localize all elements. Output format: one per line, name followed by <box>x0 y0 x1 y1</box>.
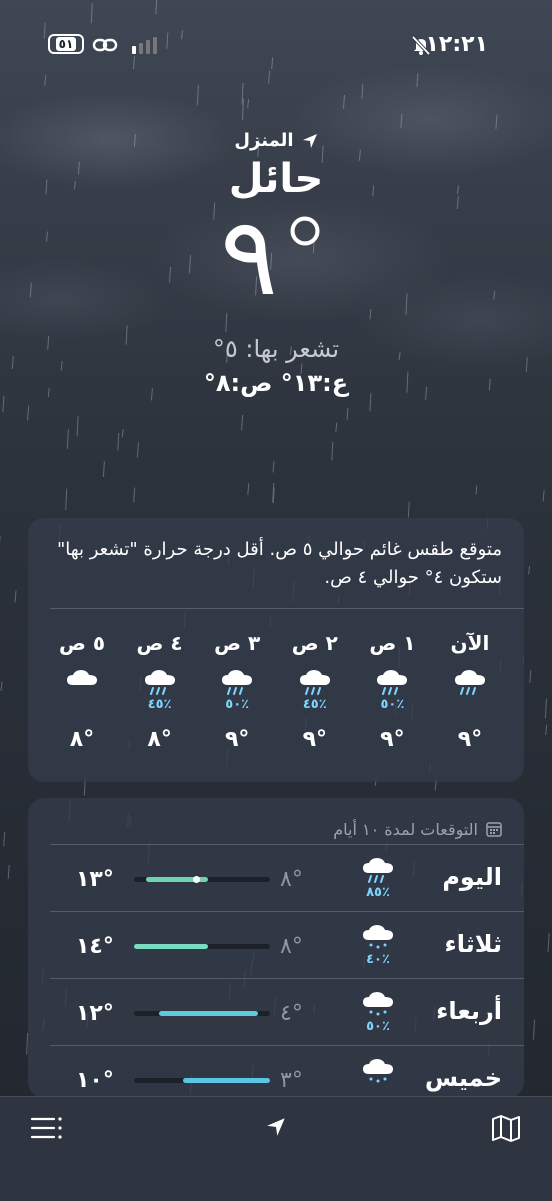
day-name: أربعاء <box>436 997 502 1025</box>
temp-range-fill <box>134 944 208 949</box>
high-temp: ١٤° <box>76 934 114 959</box>
hour-temperature: ٩° <box>225 727 249 752</box>
forecast-summary: متوقع طقس غائم حوالي ٥ ص. أقل درجة حرارة… <box>28 518 524 608</box>
cloud-drizzle-icon <box>360 922 396 952</box>
hour-temperature: ٩° <box>458 727 482 752</box>
location-label: المنزل <box>234 130 293 151</box>
high-temp: ١٣° <box>76 867 114 892</box>
status-time: ١٢:٢١ <box>425 32 488 57</box>
temp-range-bar <box>134 944 270 949</box>
status-bar: ٥١ ١٢:٢١ <box>0 30 552 60</box>
precip-chance: ٥٠٪ <box>380 697 404 713</box>
cloud-rain-icon <box>220 667 254 697</box>
map-icon[interactable] <box>490 1113 522 1143</box>
cloud-icon <box>65 667 99 697</box>
hour-item: الآن ٩° <box>434 631 506 752</box>
precip-chance: ٤٥٪ <box>303 697 327 713</box>
hour-label: ٥ ص <box>59 631 105 659</box>
hour-label: الآن <box>451 631 490 659</box>
precip-chance: ٤٥٪ <box>148 697 172 713</box>
ten-day-header: التوقعات لمدة ١٠ أيام <box>28 798 524 844</box>
day-name: ثلاثاء <box>444 930 502 958</box>
ten-day-title: التوقعات لمدة ١٠ أيام <box>333 820 478 839</box>
cloud-drizzle-icon <box>360 989 396 1019</box>
hour-temperature: ٨° <box>147 727 171 752</box>
cloud-rain-icon <box>375 667 409 697</box>
low-temp: ٨° <box>280 934 303 959</box>
low-temp: ٣° <box>280 1068 303 1093</box>
day-row[interactable]: اليوم ٨٥٪ ٨° ١٣° <box>50 844 524 911</box>
cloud-rain-icon <box>360 855 396 885</box>
location-row: المنزل <box>0 130 552 151</box>
high-low: ع:١٣° ص:٨° <box>0 369 552 397</box>
hour-label: ٢ ص <box>292 631 338 659</box>
hour-label: ٣ ص <box>214 631 260 659</box>
location-arrow-icon[interactable] <box>266 1117 286 1137</box>
high-temp: ١٢° <box>76 1001 114 1026</box>
hour-item: ٢ ص ٤٥٪ ٩° <box>279 631 351 752</box>
hourly-list[interactable]: الآن٩°١ ص٥٠٪٩°٢ ص٤٥٪٩°٣ ص٥٠٪٩°٤ ص٤٥٪٨°٥ … <box>28 609 524 752</box>
day-row[interactable]: خميس ٣° ١٠° <box>50 1045 524 1098</box>
location-arrow-icon <box>302 133 318 149</box>
cloud-rain-icon <box>298 667 332 697</box>
calendar-icon <box>486 821 502 837</box>
precip-chance: ٥٠٪ <box>225 697 249 713</box>
current-temperature: ٩° <box>0 203 552 313</box>
low-temp: ٤° <box>280 1001 303 1026</box>
hour-item: ٣ ص ٥٠٪ ٩° <box>201 631 273 752</box>
battery-icon: ٥١ <box>48 34 84 54</box>
link-icon <box>92 36 118 54</box>
ten-day-forecast-card[interactable]: التوقعات لمدة ١٠ أيام اليوم ٨٥٪ ٨° ١٣° ثلاثا… <box>28 798 524 1098</box>
hour-temperature: ٨° <box>70 727 94 752</box>
hour-label: ١ ص <box>369 631 415 659</box>
temp-range-bar <box>134 877 270 882</box>
bottom-toolbar <box>0 1096 552 1201</box>
day-name: خميس <box>425 1064 502 1092</box>
list-icon[interactable] <box>30 1115 64 1141</box>
high-temp: ١٠° <box>76 1068 114 1093</box>
precip-chance: ٥٠٪ <box>360 1019 396 1034</box>
signal-icon <box>130 36 160 54</box>
battery-level: ٥١ <box>56 37 77 51</box>
hour-item: ٤ ص ٤٥٪ ٨° <box>124 631 196 752</box>
hour-temperature: ٩° <box>380 727 404 752</box>
precip-chance: ٤٠٪ <box>360 952 396 967</box>
temp-range-fill <box>159 1011 258 1016</box>
current-weather: المنزل حائل ٩° تشعر بها: ٥° ع:١٣° ص:٨° <box>0 130 552 397</box>
cloud-drizzle-icon <box>360 1056 396 1086</box>
temp-range-bar <box>134 1078 270 1083</box>
cloud-rain-icon <box>453 667 487 697</box>
precip-chance: ٨٥٪ <box>360 885 396 900</box>
hourly-forecast-card[interactable]: متوقع طقس غائم حوالي ٥ ص. أقل درجة حرارة… <box>28 518 524 782</box>
day-row[interactable]: أربعاء ٥٠٪ ٤° ١٢° <box>50 978 524 1045</box>
day-list[interactable]: اليوم ٨٥٪ ٨° ١٣° ثلاثاء ٤٠٪ ٨° ١٤° أربعاء ٥٠٪ ٤° ١٢… <box>28 844 524 1098</box>
current-temp-dot <box>193 876 200 883</box>
day-name: اليوم <box>442 863 502 891</box>
feels-like: تشعر بها: ٥° <box>0 335 552 363</box>
low-temp: ٨° <box>280 867 303 892</box>
hour-label: ٤ ص <box>137 631 183 659</box>
day-row[interactable]: ثلاثاء ٤٠٪ ٨° ١٤° <box>50 911 524 978</box>
hour-item: ٥ ص ٨° <box>46 631 118 752</box>
temp-range-fill <box>183 1078 270 1083</box>
hour-item: ١ ص ٥٠٪ ٩° <box>356 631 428 752</box>
temp-range-bar <box>134 1011 270 1016</box>
cloud-rain-icon <box>143 667 177 697</box>
hour-temperature: ٩° <box>303 727 327 752</box>
